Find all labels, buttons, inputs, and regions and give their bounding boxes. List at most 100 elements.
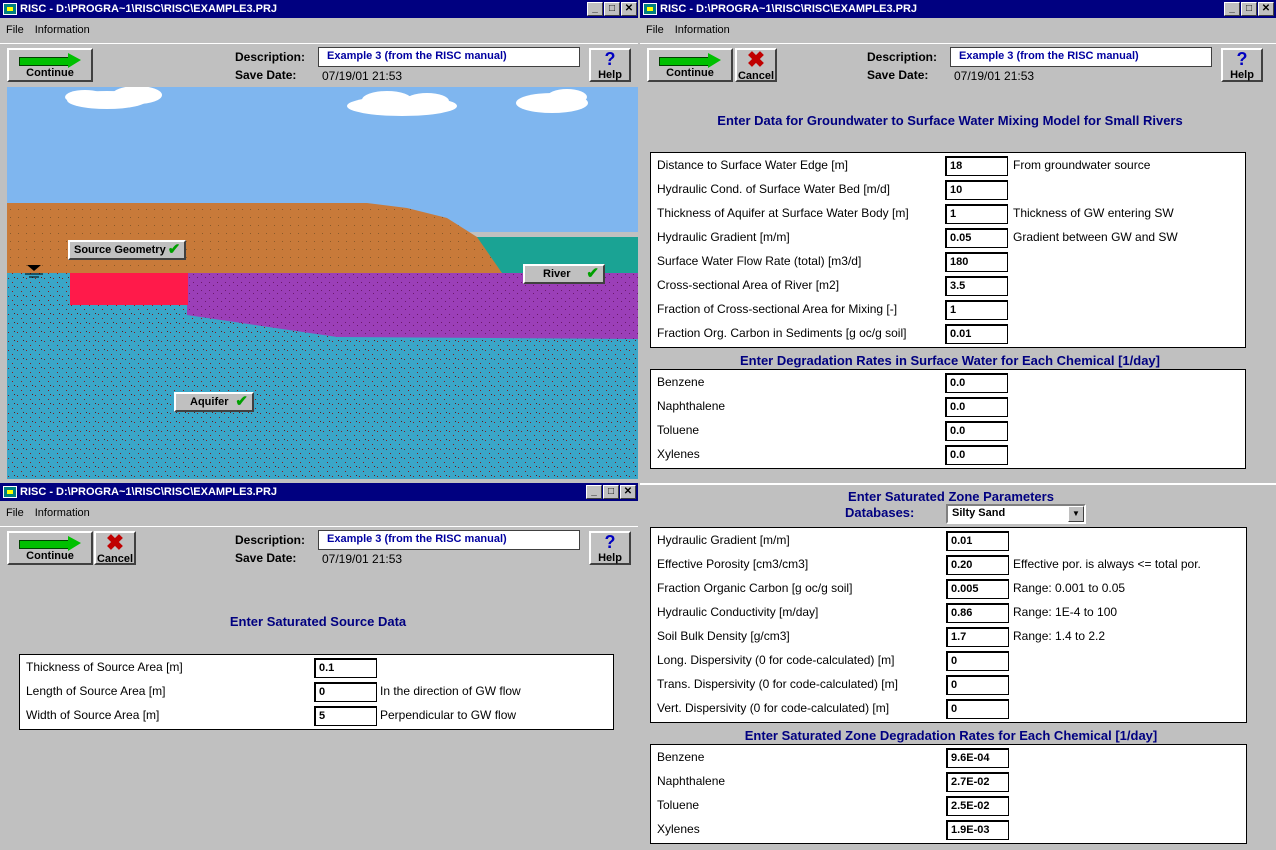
close-button[interactable]: ✕ [1258, 2, 1274, 16]
mixing-row: Hydraulic Gradient [m/m] 0.05 Gradient bet… [651, 226, 1245, 250]
description-field[interactable]: Example 3 (from the RISC manual) [318, 530, 580, 550]
arrow-right-icon [19, 53, 81, 68]
menu-information[interactable]: Information [669, 24, 735, 42]
minimize-button[interactable]: _ [587, 2, 603, 16]
param-input[interactable]: 0.20 [946, 555, 1009, 575]
minimize-button[interactable]: _ [586, 485, 602, 499]
continue-label: Continue [666, 67, 714, 79]
checkmark-icon: ✔ [167, 241, 181, 258]
window-mixing-model: RISC - D:\PROGRA~1\RISC\RISC\EXAMPLE3.PR… [640, 0, 1276, 481]
rate-input[interactable]: 0.0 [945, 445, 1008, 465]
menu-bar: File Information [640, 24, 735, 42]
save-date-label: Save Date: [235, 68, 297, 82]
continue-button[interactable]: Continue [7, 531, 93, 565]
rate-input[interactable]: 0.0 [945, 397, 1008, 417]
param-input[interactable]: 3.5 [945, 276, 1008, 296]
databases-dropdown[interactable]: Silty Sand ▼ [946, 504, 1086, 524]
rate-input[interactable]: 9.6E-04 [946, 748, 1009, 768]
mixing-row: Hydraulic Cond. of Surface Water Bed [m/… [651, 178, 1245, 202]
menu-information[interactable]: Information [29, 24, 95, 42]
menu-file[interactable]: File [0, 24, 29, 42]
param-input[interactable]: 18 [945, 156, 1008, 176]
rate-input[interactable]: 2.7E-02 [946, 772, 1009, 792]
param-label: Surface Water Flow Rate (total) [m3/d] [657, 254, 862, 268]
toolbar: Continue ✖ Cancel Description: Save Date… [640, 43, 1276, 85]
saturated-degradation-group: Benzene 9.6E-04 Naphthalene 2.7E-02 Toluen… [650, 744, 1247, 844]
menu-file[interactable]: File [0, 507, 29, 525]
param-input[interactable]: 0.01 [945, 324, 1008, 344]
param-input[interactable]: 0.1 [314, 658, 377, 678]
source-geometry-button[interactable]: Source Geometry ✔ [68, 240, 187, 260]
param-input[interactable]: 0 [946, 675, 1009, 695]
continue-button[interactable]: Continue [647, 48, 733, 82]
param-input[interactable]: 0.86 [946, 603, 1009, 623]
toolbar: Continue Description: Save Date: Example… [0, 43, 638, 85]
param-input[interactable]: 1 [945, 204, 1008, 224]
title-bar: RISC - D:\PROGRA~1\RISC\RISC\EXAMPLE3.PR… [640, 0, 1276, 18]
continue-button[interactable]: Continue [7, 48, 93, 82]
param-input[interactable]: 0 [946, 651, 1009, 671]
param-input[interactable]: 0 [314, 682, 377, 702]
save-date-value: 07/19/01 21:53 [954, 69, 1035, 83]
param-label: Trans. Dispersivity (0 for code-calculat… [657, 677, 898, 691]
param-label: Thickness of Aquifer at Surface Water Bo… [657, 206, 909, 220]
topsoil-layer [7, 203, 502, 273]
window-source-geometry-map: RISC - D:\PROGRA~1\RISC\RISC\EXAMPLE3.PR… [0, 0, 638, 481]
param-input[interactable]: 0.005 [946, 579, 1009, 599]
window-title: RISC - D:\PROGRA~1\RISC\RISC\EXAMPLE3.PR… [20, 3, 278, 15]
source-row: Width of Source Area [m] 5 Perpendicular t… [20, 704, 613, 728]
mixing-row: Thickness of Aquifer at Surface Water Bo… [651, 202, 1245, 226]
minimize-button[interactable]: _ [1224, 2, 1240, 16]
chemical-label: Toluene [657, 423, 700, 437]
river-button[interactable]: River ✔ [523, 264, 605, 284]
chevron-down-icon[interactable]: ▼ [1068, 506, 1084, 522]
param-input[interactable]: 180 [945, 252, 1008, 272]
param-label: Distance to Surface Water Edge [m] [657, 158, 848, 172]
param-input[interactable]: 5 [314, 706, 377, 726]
chemical-row: Benzene 0.0 [651, 371, 1245, 395]
cancel-button[interactable]: ✖ Cancel [94, 531, 136, 565]
close-button[interactable]: ✕ [620, 485, 636, 499]
description-field[interactable]: Example 3 (from the RISC manual) [950, 47, 1212, 67]
description-label: Description: [867, 50, 938, 64]
aquifer-button[interactable]: Aquifer ✔ [174, 392, 254, 412]
rate-input[interactable]: 0.0 [945, 421, 1008, 441]
param-input[interactable]: 1.7 [946, 627, 1009, 647]
mixing-row: Fraction Org. Carbon in Sediments [g oc/… [651, 322, 1245, 346]
param-label: Hydraulic Cond. of Surface Water Bed [m/… [657, 182, 890, 196]
save-date-value: 07/19/01 21:53 [322, 552, 403, 566]
param-note: Range: 1E-4 to 100 [1013, 605, 1118, 619]
param-note: Effective por. is always <= total por. [1013, 557, 1201, 571]
chemical-row: Toluene 2.5E-02 [651, 794, 1246, 818]
help-button[interactable]: ? Help [589, 531, 631, 565]
source-row: Length of Source Area [m] 0 In the directi… [20, 680, 613, 704]
description-field[interactable]: Example 3 (from the RISC manual) [318, 47, 580, 67]
saturated-row: Hydraulic Conductivity [m/day] 0.86 Range:… [651, 601, 1246, 625]
chemical-label: Xylenes [657, 822, 700, 836]
param-label: Vert. Dispersivity (0 for code-calculate… [657, 701, 890, 715]
title-bar: RISC - D:\PROGRA~1\RISC\RISC\EXAMPLE3.PR… [0, 483, 638, 501]
cancel-button[interactable]: ✖ Cancel [735, 48, 777, 82]
param-input[interactable]: 10 [945, 180, 1008, 200]
maximize-button[interactable]: □ [1241, 2, 1257, 16]
param-input[interactable]: 0 [946, 699, 1009, 719]
param-input[interactable]: 0.05 [945, 228, 1008, 248]
help-button[interactable]: ? Help [589, 48, 631, 82]
param-note: In the direction of GW flow [380, 684, 521, 698]
rate-input[interactable]: 2.5E-02 [946, 796, 1009, 816]
rate-input[interactable]: 0.0 [945, 373, 1008, 393]
saturated-row: Vert. Dispersivity (0 for code-calculate… [651, 697, 1246, 721]
param-input[interactable]: 0.01 [946, 531, 1009, 551]
maximize-button[interactable]: □ [604, 2, 620, 16]
param-label: Hydraulic Gradient [m/m] [657, 533, 790, 547]
saturated-degradation-heading: Enter Saturated Zone Degradation Rates f… [744, 728, 1158, 743]
menu-information[interactable]: Information [29, 507, 95, 525]
chemical-label: Toluene [657, 798, 700, 812]
maximize-button[interactable]: □ [603, 485, 619, 499]
param-input[interactable]: 1 [945, 300, 1008, 320]
close-button[interactable]: ✕ [621, 2, 637, 16]
rate-input[interactable]: 1.9E-03 [946, 820, 1009, 840]
help-button[interactable]: ? Help [1221, 48, 1263, 82]
mixing-row: Fraction of Cross-sectional Area for Mix… [651, 298, 1245, 322]
menu-file[interactable]: File [640, 24, 669, 42]
